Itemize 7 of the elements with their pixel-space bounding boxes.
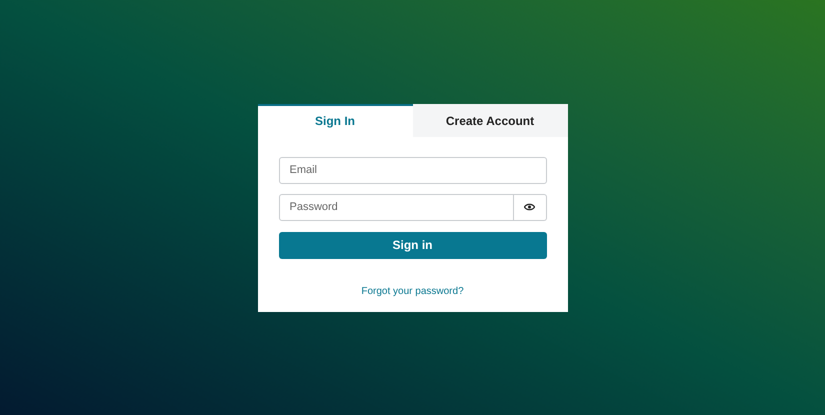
password-field[interactable]: Password — [278, 194, 514, 220]
tab[interactable]: Create Account — [412, 104, 568, 136]
sign-in-button[interactable]: Sign in — [278, 232, 546, 258]
show-password-button[interactable] — [514, 194, 546, 220]
forgot-password-link[interactable]: Forgot your password? — [361, 284, 464, 298]
email-field[interactable]: Email — [278, 156, 546, 184]
eye-icon — [524, 203, 535, 211]
